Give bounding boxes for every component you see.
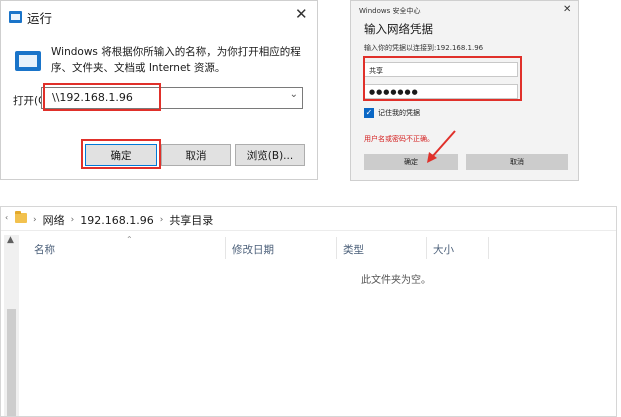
breadcrumb-separator-icon: ›	[33, 215, 37, 225]
breadcrumb: › 网络 › 192.168.1.96 › 共享目录	[33, 212, 213, 228]
run-description: Windows 将根据你所输入的名称，为你打开相应的程序、文件夹、文档或 Int…	[51, 46, 301, 74]
run-program-icon	[15, 51, 41, 71]
highlight-box-credentials	[363, 56, 522, 101]
close-icon[interactable]: ✕	[295, 5, 308, 23]
credential-heading: 输入网络凭据	[364, 22, 433, 36]
run-dialog: 运行 ✕ Windows 将根据你所输入的名称，为你打开相应的程序、文件夹、文档…	[0, 0, 318, 180]
scroll-thumb[interactable]	[7, 309, 16, 416]
nav-pane-scrollbar[interactable]: ▲	[4, 235, 19, 416]
cancel-button[interactable]: 取消	[161, 144, 231, 166]
breadcrumb-separator-icon: ›	[159, 215, 164, 225]
remember-checkbox[interactable]: ✓	[364, 108, 374, 118]
column-divider[interactable]	[225, 237, 226, 259]
remember-label: 记住我的凭据	[378, 109, 420, 117]
address-bar[interactable]: ‹ › 网络 › 192.168.1.96 › 共享目录	[1, 207, 616, 231]
close-icon[interactable]: ✕	[563, 4, 571, 15]
breadcrumb-item-host[interactable]: 192.168.1.96	[80, 214, 153, 227]
credential-cancel-button[interactable]: 取消	[466, 154, 568, 170]
credential-dialog-title: Windows 安全中心	[359, 7, 421, 15]
breadcrumb-separator-icon: ›	[70, 215, 75, 225]
column-header-name[interactable]: 名称	[34, 242, 55, 257]
breadcrumb-item-share[interactable]: 共享目录	[169, 212, 213, 228]
run-app-icon	[9, 11, 22, 23]
breadcrumb-item-network[interactable]: 网络	[43, 212, 65, 228]
column-header-size[interactable]: 大小	[433, 242, 454, 257]
empty-folder-message: 此文件夹为空。	[361, 275, 431, 286]
chevron-down-icon[interactable]: ⌄	[290, 89, 298, 100]
credential-dialog: Windows 安全中心 ✕ 输入网络凭据 输入你的凭据以连接到:192.168…	[350, 0, 579, 181]
explorer-window: ‹ › 网络 › 192.168.1.96 › 共享目录 ▲ ⌃ 名称 修改日期…	[0, 206, 617, 417]
column-header-modified[interactable]: 修改日期	[232, 242, 274, 257]
browse-button[interactable]: 浏览(B)...	[235, 144, 305, 166]
annotation-arrow	[427, 130, 456, 163]
address-left-chevron-icon[interactable]: ‹	[5, 213, 8, 222]
scroll-up-icon[interactable]: ▲	[7, 235, 14, 245]
credential-prompt: 输入你的凭据以连接到:192.168.1.96	[364, 44, 484, 52]
folder-icon	[15, 211, 27, 223]
run-dialog-title: 运行	[27, 11, 53, 26]
sort-arrow-icon: ⌃	[126, 235, 133, 244]
highlight-box-input	[43, 83, 161, 111]
column-divider[interactable]	[336, 237, 337, 259]
column-divider[interactable]	[426, 237, 427, 259]
column-divider[interactable]	[488, 237, 489, 259]
highlight-box-ok	[81, 139, 161, 169]
column-header-type[interactable]: 类型	[343, 242, 364, 257]
